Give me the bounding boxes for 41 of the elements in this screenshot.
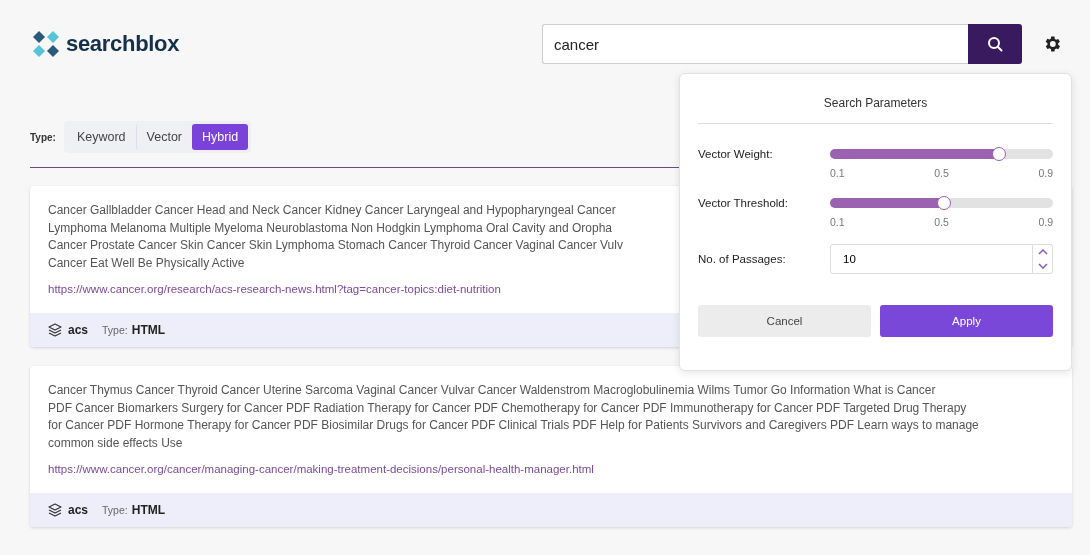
result-link[interactable]: https://www.cancer.org/cancer/managing-cancer/making-treatment-decisions/personal-health-manager.html (48, 462, 594, 475)
snippet-text: Cancer Thymus Cancer Thyroid Cancer Uterine Sarcoma Vaginal Cancer Vulvar Cancer Waldenstrom Macroglobulinemia Wilms Tumor Go Information What is Cancer (48, 381, 936, 399)
tick-label: 0.1 (830, 167, 845, 179)
search-button[interactable] (968, 24, 1022, 64)
snippet-text: common side effects Use (48, 434, 183, 452)
snippet-text: PDF Cancer Biomarkers Surgery for Cancer PDF Radiation Therapy for Cancer PDF Chemotherapy for Cancer PDF Immunotherapy for Cancer PDF Targeted Drug Therapy (48, 399, 967, 417)
slider[interactable] (830, 149, 1053, 159)
type-value: HTML (131, 502, 166, 517)
spinner-buttons[interactable] (1033, 244, 1053, 274)
number-field[interactable]: 10 (830, 244, 1033, 274)
type-label: Type: (30, 131, 56, 143)
search-icon (987, 36, 1003, 52)
result-link[interactable]: https://www.cancer.org/research/acs-research-news.html?tag=cancer-topics:diet-nutrition (48, 282, 501, 295)
type-value: HTML (131, 322, 166, 337)
cancel-button[interactable]: Cancel (698, 305, 871, 337)
snippet-text: Cancer Eat Well Be Physically Active (48, 255, 245, 273)
tick-label: 0.5 (934, 216, 949, 228)
slider[interactable] (830, 198, 1053, 208)
snippet-text: Lymphoma Melanoma Multiple Myeloma Neuroblastoma Non Hodgkin Lymphoma Oral Cavity and Oropha (48, 219, 613, 237)
logo-wordmark: searchblox (66, 31, 180, 57)
layers-icon (48, 322, 62, 337)
collection-name: acs (68, 502, 89, 517)
passages-label: No. of Passages: (698, 253, 787, 265)
snippet-text: Cancer Prostate Cancer Skin Cancer Skin Lymphoma Stomach Cancer Thyroid Cancer Vaginal Cancer Vulv (48, 237, 623, 255)
collection-name: acs (68, 322, 89, 337)
type-caption: Type: (102, 503, 128, 516)
tick-label: 0.9 (1038, 216, 1053, 228)
tick-label: 0.1 (830, 216, 845, 228)
search-field[interactable]: cancer (542, 24, 968, 64)
apply-button[interactable]: Apply (880, 305, 1053, 337)
layers-icon (48, 502, 62, 517)
snippet-text: Cancer Gallbladder Cancer Head and Neck Cancer Kidney Cancer Laryngeal and Hypopharyngeal Cancer (48, 202, 616, 219)
slider-label: Vector Weight: (698, 148, 774, 160)
type-tab[interactable]: Hybrid (192, 124, 249, 150)
type-caption: Type: (102, 323, 128, 336)
snippet-text: for Cancer PDF Hormone Therapy for Cancer PDF Biosimilar Drugs for Cancer PDF Clinical Trials PDF Help for Patients Survivors and Caregivers PDF Learn ways to manage (48, 417, 979, 435)
type-tab[interactable]: Keyword (66, 124, 136, 150)
panel-title: Search Parameters (822, 96, 929, 110)
tick-label: 0.5 (934, 167, 949, 179)
tick-label: 0.9 (1038, 167, 1053, 179)
slider-label: Vector Threshold: (698, 197, 789, 209)
